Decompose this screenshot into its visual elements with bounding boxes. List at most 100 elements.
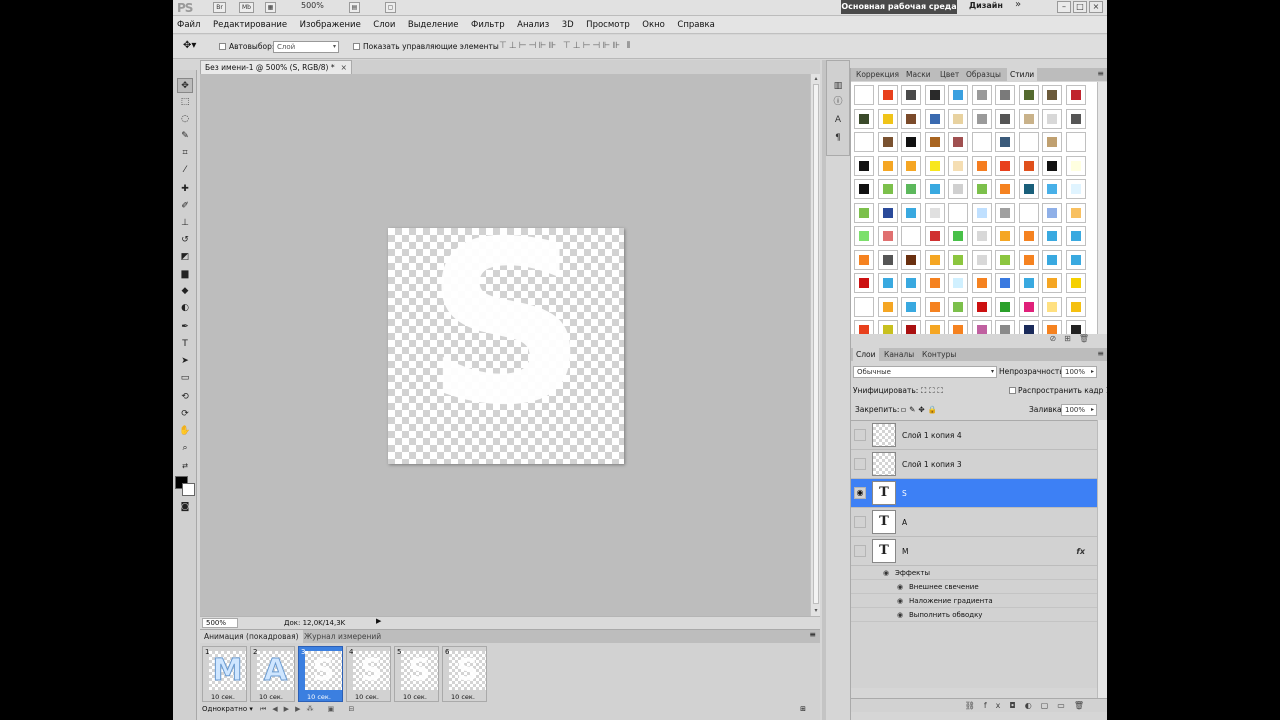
crop-tool-icon[interactable]: ⌗ [177,146,193,161]
visibility-toggle[interactable] [854,429,866,441]
animation-frame-2[interactable]: 2 A 10 сек. [250,646,295,702]
style-swatch[interactable] [1065,320,1086,334]
style-swatch[interactable] [901,202,921,223]
style-swatch[interactable] [1042,273,1062,293]
style-swatch[interactable] [854,108,874,129]
style-swatch[interactable] [995,132,1015,152]
status-menu-icon[interactable]: ▶ [376,617,381,625]
histogram-icon[interactable]: ▥ [831,79,845,93]
gradient-tool-icon[interactable]: ▆ [177,267,193,282]
style-swatch[interactable] [995,249,1015,270]
menu-3d[interactable]: 3D [562,20,574,30]
animation-frame-6[interactable]: 6 S 10 сек. [442,646,487,702]
menu-view[interactable]: Просмотр [586,20,630,30]
tab-channels[interactable]: Каналы [881,348,917,361]
style-swatch[interactable] [1042,179,1062,199]
style-swatch[interactable] [971,179,992,199]
style-swatch[interactable] [854,273,874,293]
paragraph-icon[interactable]: ¶ [831,131,845,145]
bridge-button[interactable]: Br [213,2,226,13]
shape-tool-icon[interactable]: ▭ [177,371,193,386]
visibility-toggle[interactable] [854,516,866,528]
tab-measurement-log[interactable]: Журнал измерений [300,630,385,643]
workspace-more-icon[interactable]: » [1015,0,1021,10]
menu-image[interactable]: Изображение [300,20,361,30]
animation-frame-5[interactable]: 5 S 10 сек. [394,646,439,702]
tab-adjustments[interactable]: Коррекция [853,68,902,81]
workspace-essentials-button[interactable]: Основная рабочая среда [841,0,957,14]
style-swatch[interactable] [877,226,898,246]
style-swatch[interactable] [877,132,898,152]
layer-row[interactable]: T M fx [851,537,1097,566]
style-swatch[interactable] [1065,108,1086,129]
eye-icon[interactable]: ◉ [854,487,866,499]
style-swatch[interactable] [1018,202,1039,223]
style-swatch[interactable] [924,273,945,293]
lasso-tool-icon[interactable]: ◌ [177,112,193,127]
layers-footer-icons[interactable]: ⛓fx◘◐▢▭🗑 [851,698,1107,712]
style-swatch[interactable] [924,108,945,129]
style-swatch[interactable] [948,249,968,270]
tab-color[interactable]: Цвет [937,68,962,81]
tab-layers[interactable]: Слои [853,348,879,361]
autoselect-dropdown[interactable]: Слой ▾ [273,41,339,53]
style-swatch[interactable] [901,132,921,152]
frame-delay[interactable]: 10 сек. [211,693,235,701]
loop-options-dropdown[interactable]: Однократно ▾ [202,703,253,715]
background-color-swatch[interactable] [182,483,195,496]
zoom-level-dropdown[interactable]: 500% [301,1,324,10]
frame-delay[interactable]: 10 сек. [259,693,283,701]
style-swatch[interactable] [1018,249,1039,270]
style-swatch[interactable] [1018,85,1039,105]
panel-menu-icon[interactable]: ≡ [1097,349,1104,358]
path-select-tool-icon[interactable]: ➤ [177,354,193,369]
style-swatch[interactable] [971,155,992,176]
type-tool-icon[interactable]: T [177,337,193,352]
style-swatch[interactable] [854,85,874,105]
style-swatch[interactable] [1042,155,1062,176]
style-swatch[interactable] [877,85,898,105]
show-controls-checkbox[interactable] [353,43,360,50]
style-swatch[interactable] [995,320,1015,334]
style-swatch[interactable] [854,132,874,152]
menu-help[interactable]: Справка [677,20,714,30]
style-swatch[interactable] [854,155,874,176]
autoselect-checkbox[interactable] [219,43,226,50]
style-swatch[interactable] [877,273,898,293]
tab-paths[interactable]: Контуры [919,348,959,361]
fx-icon[interactable]: fx [1076,537,1085,566]
style-swatch[interactable] [854,179,874,199]
zoom-field[interactable]: 500% [202,618,238,628]
style-swatch[interactable] [924,296,945,317]
dodge-tool-icon[interactable]: ◐ [177,301,193,316]
frame-delay[interactable]: 10 сек. [451,693,475,701]
propagate-checkbox[interactable] [1009,387,1016,394]
brush-tool-icon[interactable]: ✐ [177,199,193,214]
menu-edit[interactable]: Редактирование [213,20,287,30]
document-canvas[interactable]: S [388,228,624,464]
mini-bridge-button[interactable]: Mb [239,2,254,13]
style-swatch[interactable] [924,132,945,152]
visibility-toggle[interactable] [854,545,866,557]
history-brush-tool-icon[interactable]: ↺ [177,233,193,248]
workspace-design-button[interactable]: Дизайн [969,1,1003,10]
style-swatch[interactable] [901,155,921,176]
menu-select[interactable]: Выделение [408,20,459,30]
style-swatch[interactable] [901,273,921,293]
style-swatch[interactable] [901,85,921,105]
style-swatch[interactable] [948,202,968,223]
3d-rotate-tool-icon[interactable]: ⟲ [177,390,193,405]
style-swatch[interactable] [1018,132,1039,152]
style-swatch[interactable] [854,202,874,223]
scroll-up-icon[interactable]: ▴ [812,75,820,83]
style-swatch[interactable] [877,296,898,317]
style-swatch[interactable] [924,155,945,176]
style-swatch[interactable] [995,108,1015,129]
layer-row[interactable]: Слой 1 копия 3 [851,450,1097,479]
style-swatch[interactable] [901,249,921,270]
style-swatch[interactable] [948,85,968,105]
style-swatch[interactable] [924,226,945,246]
eye-icon[interactable]: ◉ [883,566,889,580]
3d-orbit-tool-icon[interactable]: ⟳ [177,407,193,422]
view-extras-icon[interactable]: ▦ [265,2,276,13]
